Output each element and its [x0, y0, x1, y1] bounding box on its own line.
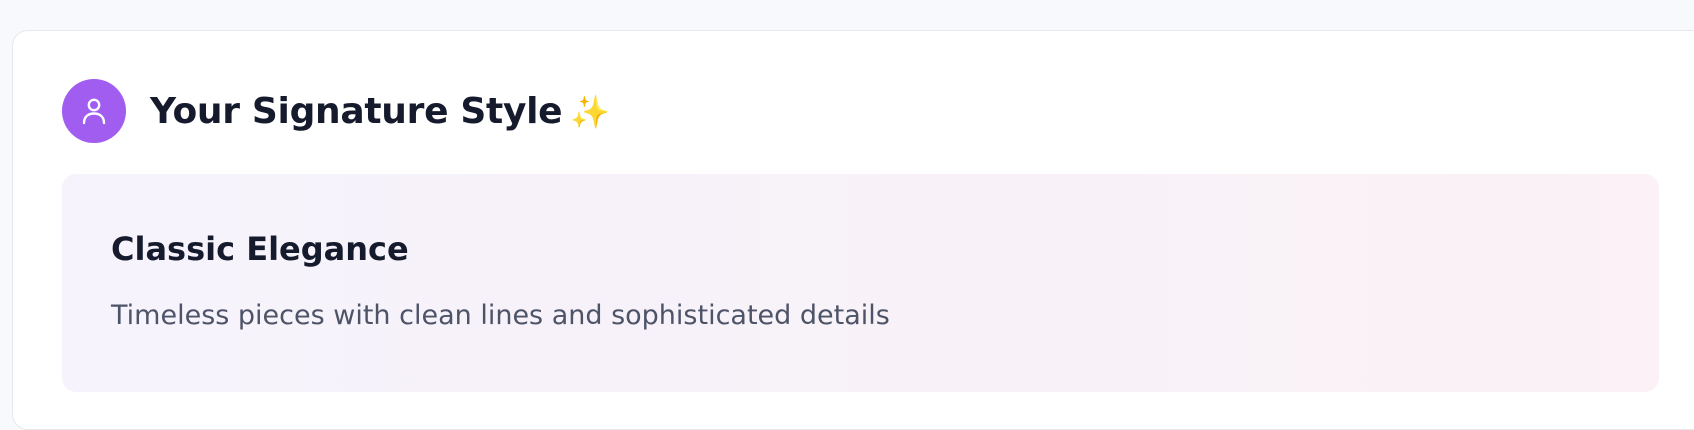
- style-name: Classic Elegance: [111, 230, 409, 268]
- style-summary-panel: Classic Elegance Timeless pieces with cl…: [62, 174, 1659, 392]
- card-header: Your Signature Style ✨: [62, 79, 610, 143]
- style-description: Timeless pieces with clean lines and sop…: [111, 300, 890, 331]
- signature-style-card: Your Signature Style ✨ Classic Elegance T…: [12, 30, 1694, 430]
- avatar: [62, 79, 126, 143]
- page-title: Your Signature Style ✨: [150, 91, 610, 132]
- title-text: Your Signature Style: [150, 90, 563, 132]
- sparkles-icon: ✨: [570, 92, 610, 131]
- user-icon: [81, 97, 107, 125]
